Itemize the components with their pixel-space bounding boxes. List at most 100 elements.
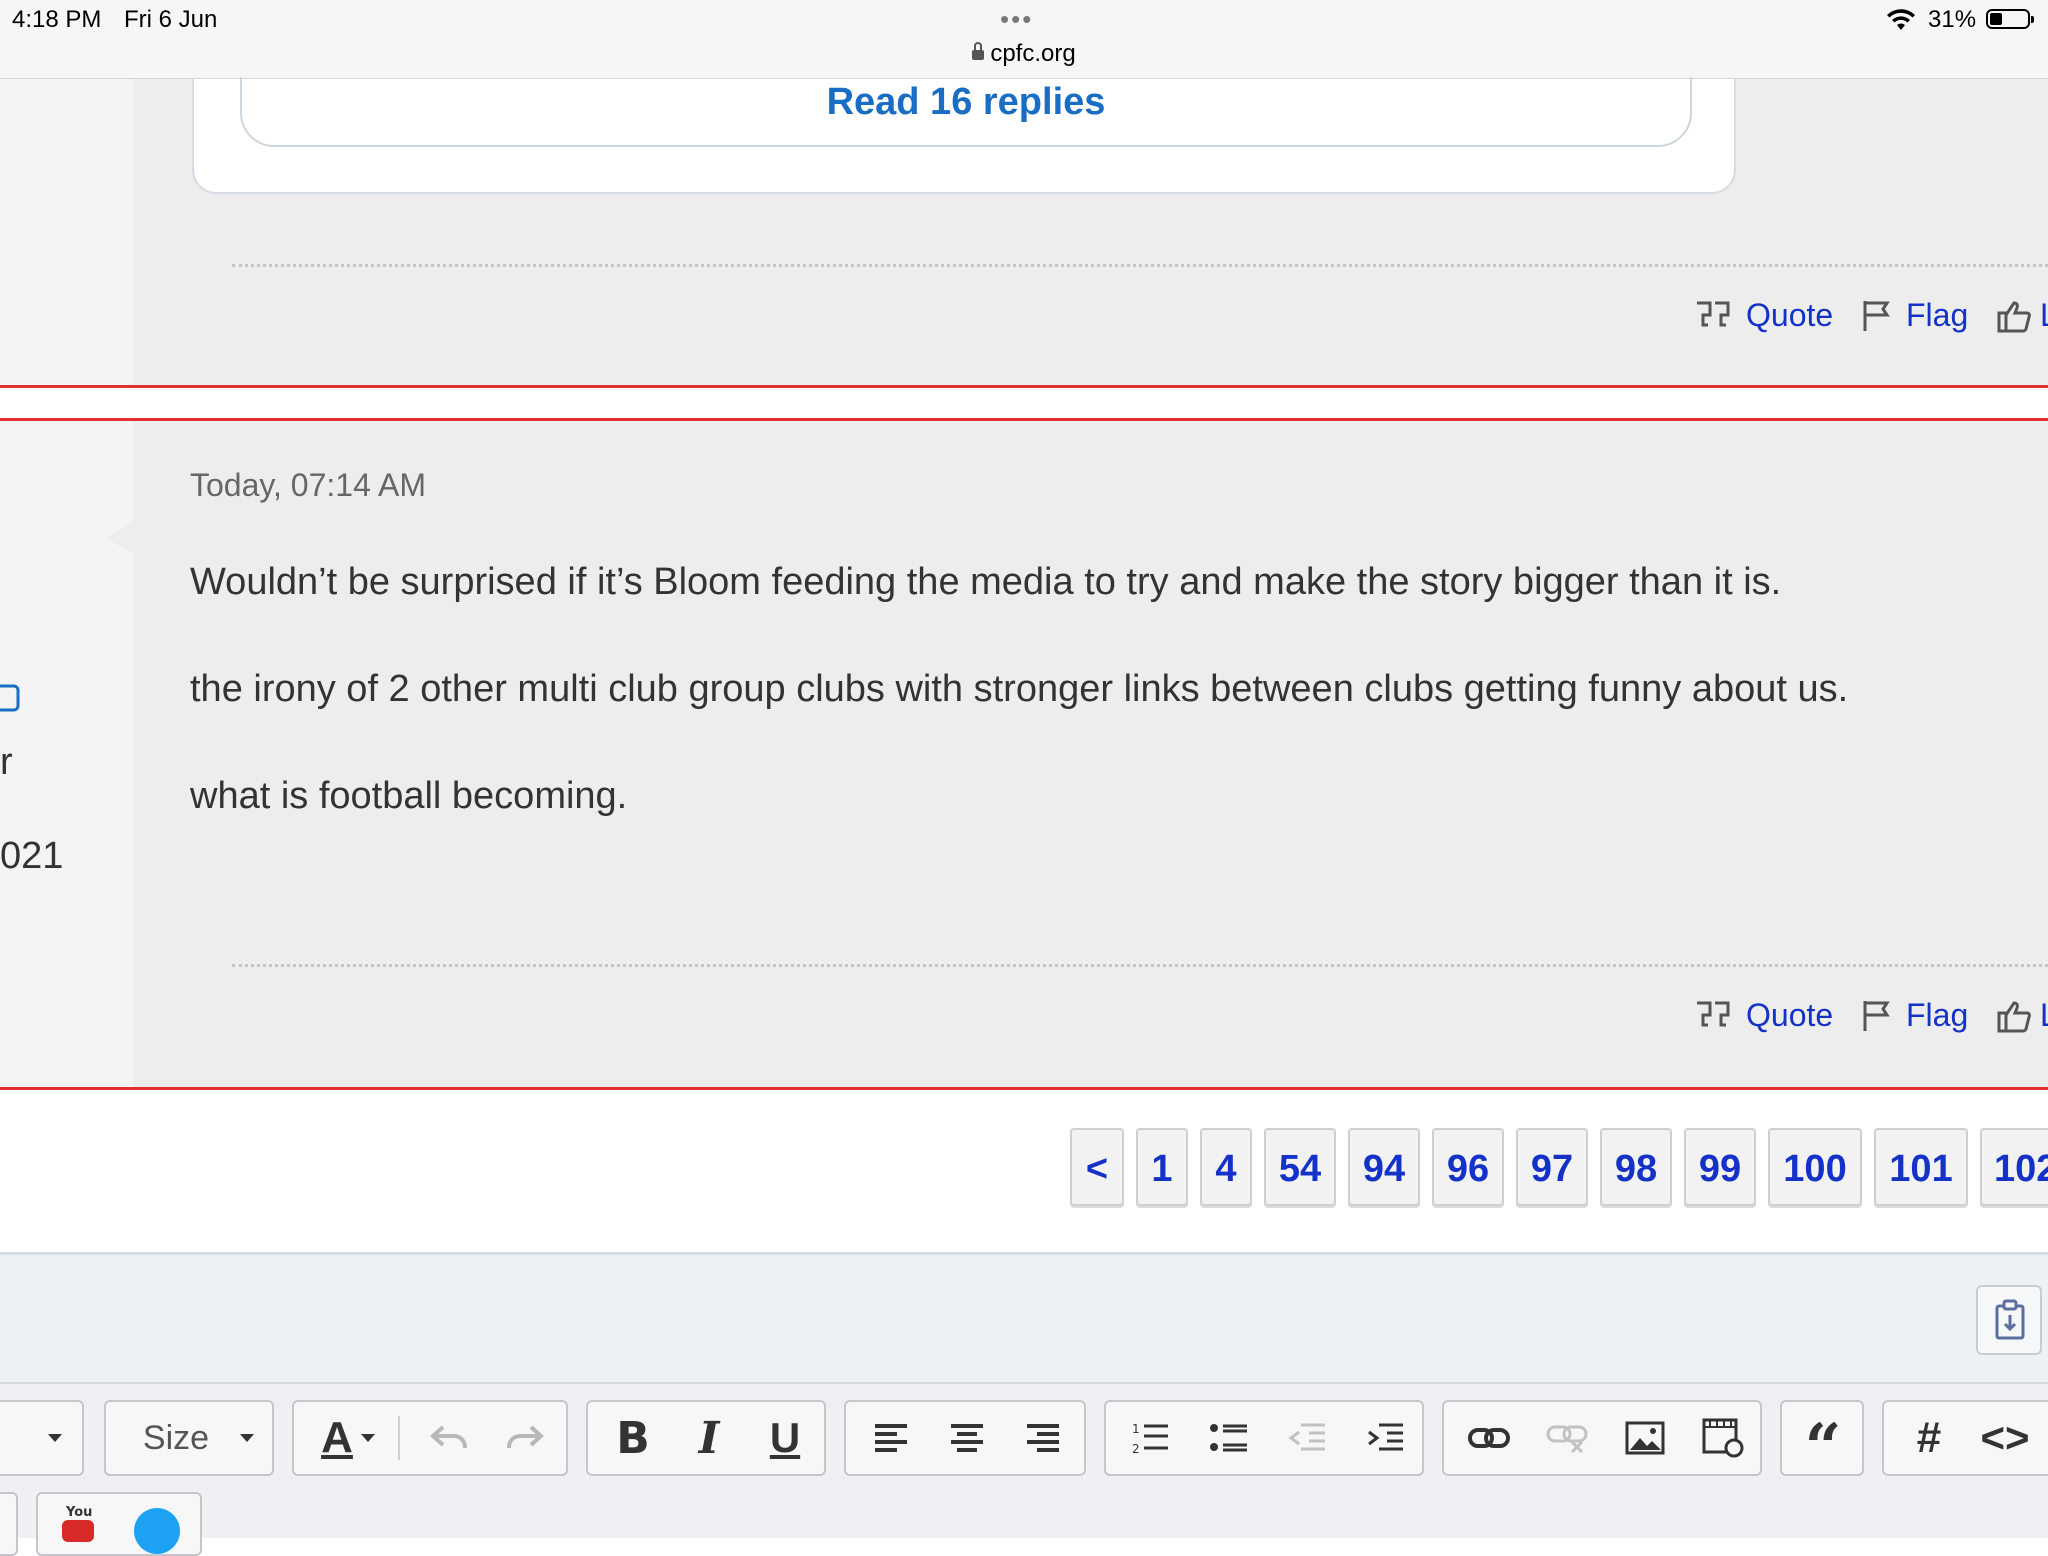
remove-link-button[interactable] xyxy=(1530,1402,1604,1474)
hash-icon: # xyxy=(1916,1413,1942,1462)
align-right-button[interactable] xyxy=(1006,1402,1080,1474)
align-center-button[interactable] xyxy=(930,1402,1004,1474)
font-color-button[interactable]: A xyxy=(306,1402,390,1474)
quote-icon xyxy=(1697,1001,1730,1027)
font-color-icon: A xyxy=(321,1413,353,1462)
post-divider xyxy=(232,264,2048,267)
svg-text:1: 1 xyxy=(1132,1422,1140,1436)
post-previous: Read 16 replies Quote Flag L xyxy=(0,77,2048,388)
url-text: cpfc.org xyxy=(990,40,1076,67)
page-link[interactable]: 99 xyxy=(1684,1128,1756,1206)
page-prev-button[interactable]: < xyxy=(1070,1128,1124,1206)
page-link[interactable]: 98 xyxy=(1600,1128,1672,1206)
image-icon xyxy=(1625,1421,1665,1455)
page-link[interactable]: 4 xyxy=(1200,1128,1252,1206)
post-actions: Quote Flag L xyxy=(0,297,2048,337)
size-dropdown[interactable]: Size xyxy=(104,1400,274,1476)
indent-button[interactable] xyxy=(1348,1402,1422,1474)
flag-icon xyxy=(1863,301,1890,331)
chevron-down-icon xyxy=(240,1434,254,1442)
redo-button[interactable] xyxy=(492,1402,558,1474)
flag-label: Flag xyxy=(1906,997,1969,1033)
insert-link-button[interactable] xyxy=(1452,1402,1526,1474)
quote-label: Quote xyxy=(1746,297,1834,333)
list-group: 12 xyxy=(1104,1400,1424,1476)
hashtag-button[interactable]: # xyxy=(1892,1402,1966,1474)
battery-percent: 31% xyxy=(1928,6,1977,33)
align-center-icon xyxy=(951,1424,983,1452)
underline-icon: U xyxy=(769,1414,801,1461)
flag-icon xyxy=(1863,1001,1890,1031)
code-group: # <> xyxy=(1882,1400,2048,1476)
page-link[interactable]: 96 xyxy=(1432,1128,1504,1206)
reply-editor[interactable] xyxy=(0,1252,2048,1385)
unordered-list-button[interactable] xyxy=(1192,1402,1266,1474)
replies-card: Read 16 replies xyxy=(192,77,1736,194)
paste-button[interactable] xyxy=(1976,1285,2042,1355)
insert-image-button[interactable] xyxy=(1608,1402,1682,1474)
bold-button[interactable]: B xyxy=(596,1402,670,1474)
svg-text:2: 2 xyxy=(1132,1442,1140,1456)
page-link[interactable]: 97 xyxy=(1516,1128,1588,1206)
code-button[interactable]: <> xyxy=(1968,1402,2042,1474)
unlink-icon xyxy=(1546,1425,1588,1454)
page-link[interactable]: 101 xyxy=(1874,1128,1968,1206)
bullet-list-icon xyxy=(1210,1424,1247,1452)
redo-icon xyxy=(507,1425,544,1449)
battery-icon xyxy=(1986,9,2034,29)
page-link[interactable]: 1 xyxy=(1136,1128,1188,1206)
post-actions: Quote Flag L xyxy=(0,997,2048,1037)
editor-toolbar: Size A B I U 12 “ # <> xyxy=(0,1382,2048,1538)
multitasking-dots-icon[interactable]: ••• xyxy=(1000,4,1033,35)
page-link[interactable]: 100 xyxy=(1768,1128,1862,1206)
insert-quote-button[interactable]: “ xyxy=(1786,1402,1860,1480)
chevron-down-icon xyxy=(360,1434,375,1442)
quote-group: “ xyxy=(1780,1400,1864,1480)
insert-media-button[interactable] xyxy=(1686,1402,1760,1474)
size-label: Size xyxy=(142,1418,210,1457)
like-label: L xyxy=(2040,997,2048,1034)
font-dropdown[interactable] xyxy=(0,1400,84,1476)
page-link[interactable]: 102 xyxy=(1980,1128,2048,1206)
color-undo-group: A xyxy=(292,1400,568,1476)
lock-icon xyxy=(972,42,985,60)
blockquote-icon: “ xyxy=(1804,1410,1842,1485)
wifi-icon xyxy=(1887,9,1915,30)
thumbs-up-icon xyxy=(1997,1001,2031,1033)
quote-icon xyxy=(1697,301,1730,327)
twitter-icon[interactable] xyxy=(134,1508,180,1554)
page-link[interactable]: 94 xyxy=(1348,1128,1420,1206)
status-date: Fri 6 Jun xyxy=(124,6,218,33)
status-time: 4:18 PM xyxy=(12,6,102,33)
author-title-fragment: r xyxy=(0,741,13,783)
address-bar[interactable]: cpfc.org xyxy=(0,40,2048,68)
align-left-icon xyxy=(875,1424,907,1452)
chevron-down-icon xyxy=(48,1434,62,1442)
post-paragraph: what is football becoming. xyxy=(190,775,628,817)
thumbs-up-icon xyxy=(1997,301,2031,333)
underline-button[interactable]: U xyxy=(748,1402,822,1474)
text-style-group: B I U xyxy=(586,1400,826,1476)
ordered-list-icon: 12 xyxy=(1132,1422,1168,1456)
ordered-list-button[interactable]: 12 xyxy=(1114,1402,1188,1474)
youtube-icon[interactable]: You xyxy=(58,1502,98,1542)
message-icon[interactable] xyxy=(0,683,20,717)
speech-notch xyxy=(106,521,134,555)
outdent-button[interactable] xyxy=(1270,1402,1344,1474)
undo-button[interactable] xyxy=(416,1402,482,1474)
social-group: You xyxy=(36,1492,202,1556)
post-current: r 021 Today, 07:14 AM Wouldn’t be surpri… xyxy=(0,418,2048,1090)
outdent-icon xyxy=(1288,1423,1325,1451)
svg-text:You: You xyxy=(65,1505,92,1520)
read-replies-button[interactable]: Read 16 replies xyxy=(240,77,1692,147)
italic-button[interactable]: I xyxy=(672,1402,746,1474)
undo-icon xyxy=(430,1425,467,1449)
link-icon xyxy=(1468,1428,1510,1448)
alignment-group xyxy=(844,1400,1086,1476)
align-right-icon xyxy=(1027,1424,1059,1452)
align-left-button[interactable] xyxy=(854,1402,928,1474)
page-link[interactable]: 54 xyxy=(1264,1128,1336,1206)
post-paragraph: the irony of 2 other multi club group cl… xyxy=(190,668,1849,710)
insert-group xyxy=(1442,1400,1762,1476)
social-group-left xyxy=(0,1492,18,1556)
